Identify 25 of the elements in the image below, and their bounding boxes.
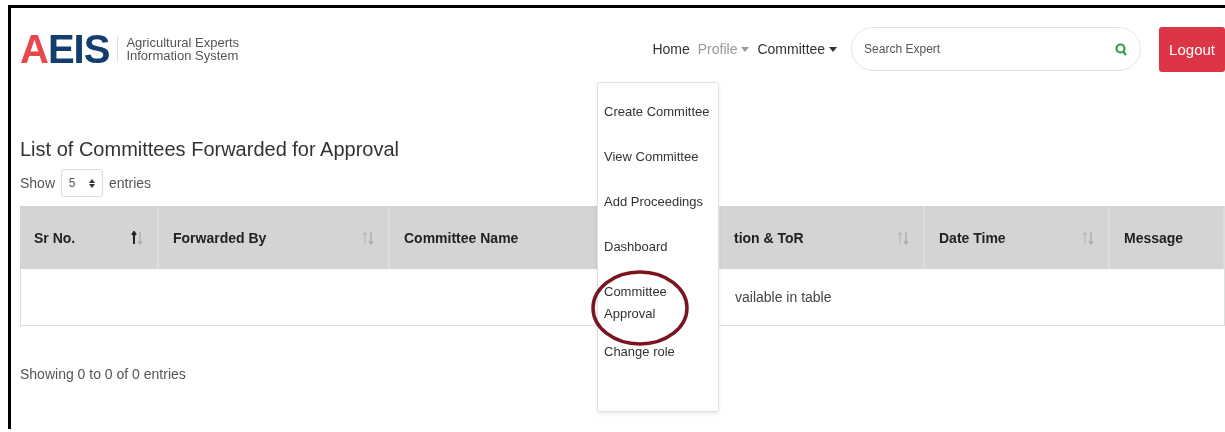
column-header[interactable]: Sr No. — [20, 206, 159, 269]
menu-item[interactable]: Change role — [598, 337, 681, 367]
logo-subtitle: Agricultural Experts Information System — [117, 36, 240, 62]
caret-icon — [829, 46, 838, 52]
menu-item[interactable]: Create Committee — [598, 97, 716, 127]
logout-button[interactable]: Logout — [1159, 26, 1225, 72]
caret-icon — [741, 46, 750, 52]
column-header[interactable]: Message — [1110, 206, 1225, 269]
search-icon — [1115, 43, 1128, 56]
column-header[interactable]: tion & ToR — [720, 206, 925, 269]
menu-item[interactable]: View Committee — [598, 142, 705, 172]
menu-item[interactable]: Dashboard — [598, 232, 674, 262]
column-header[interactable]: Date Time — [925, 206, 1110, 269]
search-field[interactable]: Search Expert — [851, 27, 1142, 71]
page-title: List of Committees Forwarded for Approval — [20, 138, 400, 161]
show-label: Show — [20, 175, 56, 191]
entries-select[interactable]: 5 — [61, 169, 104, 197]
table-info: Showing 0 to 0 of 0 entries — [20, 366, 187, 382]
entries-label: entries — [109, 175, 152, 191]
logo-mark: AEIS — [20, 29, 110, 69]
nav-link[interactable]: Home — [652, 41, 690, 57]
updown-icon — [89, 178, 96, 188]
empty-table-message: vailable in table — [734, 289, 833, 305]
nav-link[interactable]: Committee — [757, 41, 838, 57]
column-header[interactable]: Forwarded By — [159, 206, 390, 269]
